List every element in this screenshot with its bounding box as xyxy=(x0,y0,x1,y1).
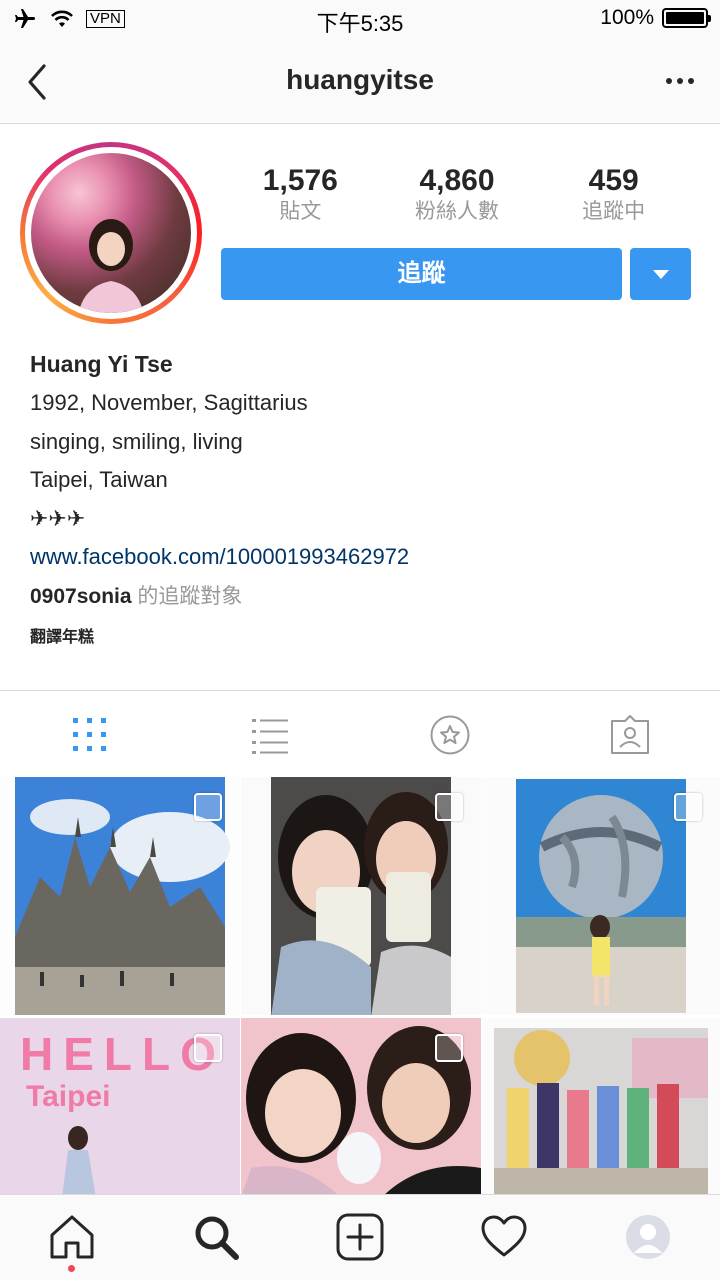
grid-view-icon[interactable] xyxy=(70,715,110,755)
post-thumbnail[interactable] xyxy=(482,1018,720,1198)
stat-posts[interactable]: 1,576 貼文 xyxy=(222,164,379,226)
post-thumbnail[interactable] xyxy=(241,1018,481,1198)
followed-by-suffix: 的追蹤對象 xyxy=(131,585,243,608)
tagged-photos-icon[interactable] xyxy=(610,715,650,755)
posts-label: 貼文 xyxy=(279,200,322,223)
profile-bio: Huang Yi Tse 1992, November, Sagittarius… xyxy=(30,348,690,650)
post-thumbnail[interactable] xyxy=(241,777,481,1015)
profile-full-name: Huang Yi Tse xyxy=(30,351,173,377)
select-checkbox[interactable] xyxy=(435,793,463,821)
nav-bar: huangyitse xyxy=(0,40,720,124)
followers-count: 4,860 xyxy=(419,164,495,197)
search-icon[interactable] xyxy=(192,1213,240,1261)
select-checkbox[interactable] xyxy=(194,1034,222,1062)
posts-count: 1,576 xyxy=(262,164,338,197)
bio-line: Taipei, Taiwan xyxy=(30,467,168,492)
profile-avatar[interactable] xyxy=(20,142,202,324)
battery-percent: 100% xyxy=(600,6,654,29)
followed-by-user: 0907sonia xyxy=(30,585,132,608)
heart-activity-icon[interactable] xyxy=(480,1213,528,1261)
status-right: 100% xyxy=(600,6,711,30)
post-taipei-text: Taipei xyxy=(26,1080,110,1113)
stat-followers[interactable]: 4,860 粉絲人數 xyxy=(379,164,536,226)
avatar-photo xyxy=(31,153,191,313)
followers-label: 粉絲人數 xyxy=(415,200,499,223)
bio-line: 1992, November, Sagittarius xyxy=(30,390,308,415)
saved-star-icon[interactable] xyxy=(430,715,470,755)
profile-stats: 1,576 貼文 4,860 粉絲人數 459 追蹤中 xyxy=(222,164,692,226)
suggestions-dropdown-button[interactable] xyxy=(630,248,691,300)
following-label: 追蹤中 xyxy=(582,200,646,223)
battery-icon xyxy=(662,8,711,28)
caret-down-icon xyxy=(653,270,669,279)
select-checkbox[interactable] xyxy=(194,793,222,821)
list-view-icon[interactable] xyxy=(250,715,290,755)
profile-avatar-icon[interactable] xyxy=(624,1213,672,1261)
post-thumbnail[interactable]: HELLO Taipei xyxy=(0,1018,240,1198)
post-thumbnail[interactable] xyxy=(0,777,240,1015)
home-icon[interactable] xyxy=(48,1213,96,1261)
stat-following[interactable]: 459 追蹤中 xyxy=(535,164,692,226)
bio-line: ✈✈✈ xyxy=(30,505,86,531)
followed-by[interactable]: 0907sonia 的追蹤對象 xyxy=(30,576,690,618)
profile-view-tabs xyxy=(0,690,720,778)
activity-dot xyxy=(68,1265,75,1272)
new-post-icon[interactable] xyxy=(336,1213,384,1261)
select-checkbox[interactable] xyxy=(435,1034,463,1062)
post-thumbnail[interactable] xyxy=(482,777,720,1015)
profile-username-title: huangyitse xyxy=(286,64,434,95)
bio-line: singing, smiling, living xyxy=(30,428,243,454)
follow-button[interactable]: 追蹤 xyxy=(221,248,622,300)
bio-website-link[interactable]: www.facebook.com/100001993462972 xyxy=(30,538,690,576)
following-count: 459 xyxy=(588,164,639,197)
bottom-tab-bar xyxy=(0,1194,720,1280)
select-checkbox[interactable] xyxy=(674,793,702,821)
status-bar: VPN 下午5:35 100% xyxy=(0,0,720,40)
more-options-icon[interactable] xyxy=(666,78,694,84)
posts-grid: HELLO Taipei xyxy=(0,777,720,1198)
translate-link[interactable]: 翻譯年糕 xyxy=(30,626,690,650)
